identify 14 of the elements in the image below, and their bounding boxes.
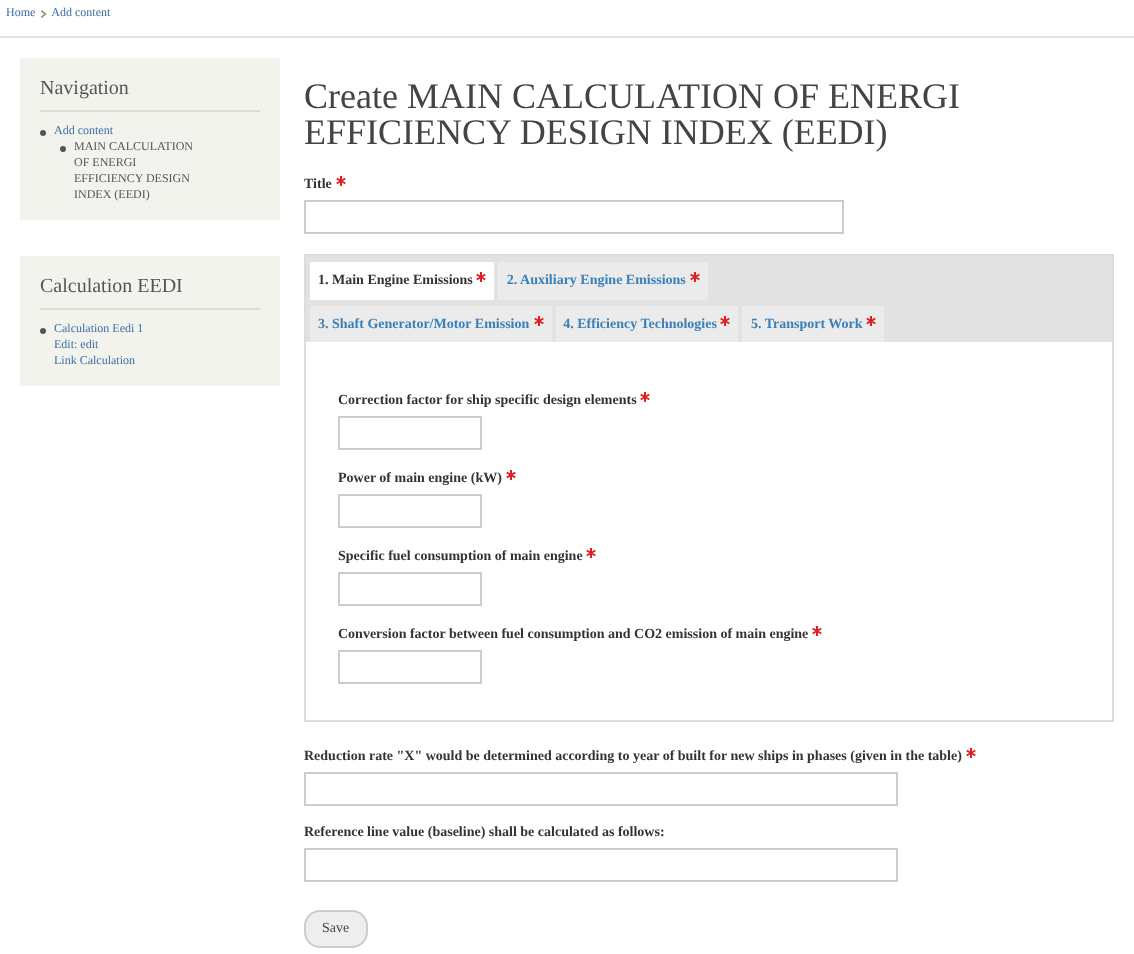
text-input[interactable]	[304, 848, 898, 882]
number-input[interactable]	[338, 416, 482, 450]
bullet-icon	[40, 130, 46, 136]
separator-icon	[39, 10, 48, 18]
bullet-icon	[40, 328, 46, 334]
title-input[interactable]	[304, 200, 844, 234]
bullet-icon	[60, 146, 66, 152]
block-title: Navigation	[40, 74, 260, 112]
number-input[interactable]	[338, 494, 482, 528]
number-input[interactable]	[338, 572, 482, 606]
text-input[interactable]	[304, 772, 898, 806]
block-title: Calculation EEDI	[40, 272, 260, 310]
number-input[interactable]	[338, 650, 482, 684]
page-title: Create MAIN CALCULATION OF ENERGI EFFICIENCY DESIGN INDEX (EEDI)	[304, 78, 962, 150]
